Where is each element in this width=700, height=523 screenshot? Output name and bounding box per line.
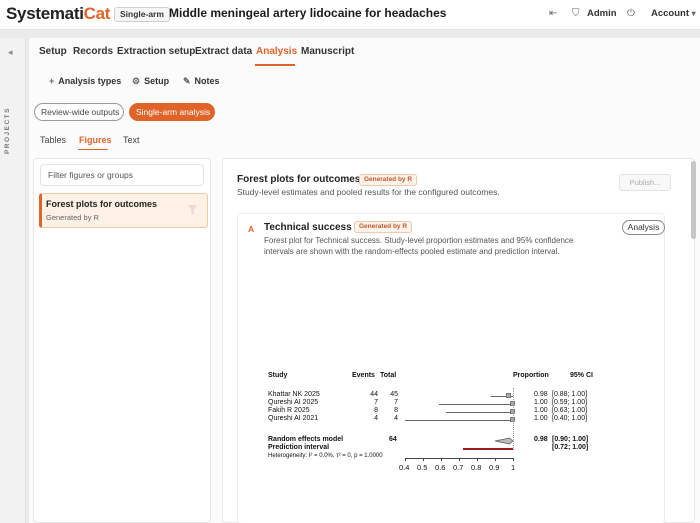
x-tick-label: 0.7: [453, 463, 464, 472]
x-tick-mark: [405, 458, 406, 461]
analysis-button[interactable]: Analysis: [622, 220, 665, 235]
shield-icon: ⛉: [572, 8, 580, 19]
filter-input[interactable]: Filter figures or groups: [40, 164, 204, 186]
account-menu[interactable]: Account ▾: [651, 8, 696, 19]
setup-label: Setup: [144, 76, 170, 86]
x-tick-label: 0.6: [435, 463, 446, 472]
generated-badge: Generated by R: [359, 174, 418, 186]
x-tick-mark: [441, 458, 442, 461]
x-tick-mark: [513, 458, 514, 461]
account-label: Account: [651, 8, 689, 19]
x-tick-mark: [495, 458, 496, 461]
analysis-types-button[interactable]: + Analysis types: [49, 76, 121, 86]
section-subtitle: Study-level estimates and pooled results…: [237, 187, 500, 197]
view-tab-figures[interactable]: Figures: [79, 135, 112, 145]
tab-manuscript[interactable]: Manuscript: [301, 46, 354, 57]
logo-accent: Cat: [83, 4, 111, 23]
projects-rail-label[interactable]: PROJECTS: [4, 107, 11, 154]
view-tab-text[interactable]: Text: [123, 135, 140, 145]
plus-icon: +: [49, 76, 55, 86]
active-view-indicator: [78, 149, 108, 150]
figures-panel: Forest plots for outcomes Generated by R…: [222, 158, 696, 523]
review-wide-outputs-toggle[interactable]: Review-wide outputs: [34, 103, 124, 121]
prediction-interval-bar: [462, 448, 513, 450]
filter-icon: [188, 205, 197, 215]
figure-list-panel: Filter figures or groups Forest plots fo…: [33, 158, 211, 523]
col-header-ci: 95% CI: [570, 372, 593, 379]
x-tick-label: 1: [511, 463, 516, 472]
publish-button[interactable]: Publish...: [619, 174, 671, 191]
scrollbar-thumb[interactable]: [691, 161, 696, 239]
x-tick-mark: [477, 458, 478, 461]
x-tick-mark: [459, 458, 460, 461]
list-item-subtitle: Generated by R: [46, 213, 99, 222]
figure-card: A Technical success Generated by R Fores…: [237, 213, 665, 523]
notes-icon: ✎: [183, 76, 191, 86]
pooled-diamond-shape: [494, 437, 514, 445]
tab-records[interactable]: Records: [73, 46, 113, 57]
list-item-forest-plots[interactable]: Forest plots for outcomes Generated by R: [39, 193, 208, 228]
logo-main: Systemati: [6, 4, 84, 23]
tab-extract-data[interactable]: Extract data: [195, 46, 252, 57]
x-tick-mark: [423, 458, 424, 461]
tab-analysis[interactable]: Analysis: [256, 46, 297, 57]
power-icon[interactable]: ⏻: [627, 8, 635, 19]
figure-title: Technical success: [264, 222, 352, 233]
gear-icon: ⚙: [132, 76, 141, 86]
projects-rail: ◂ PROJECTS: [0, 38, 26, 523]
single-arm-analysis-toggle[interactable]: Single-arm analysis: [129, 103, 215, 121]
x-tick-label: 0.8: [471, 463, 482, 472]
forest-plot: Study Events Total Proportion 95% CI Ran…: [268, 372, 628, 484]
x-tick-label: 0.5: [417, 463, 428, 472]
setup-button[interactable]: ⚙ Setup: [132, 76, 169, 87]
section-title: Forest plots for outcomes: [237, 174, 361, 185]
admin-link[interactable]: Admin: [587, 8, 617, 19]
notes-label: Notes: [194, 76, 220, 86]
x-tick-label: 0.4: [399, 463, 410, 472]
figure-generated-badge: Generated by R: [354, 221, 413, 233]
tab-setup[interactable]: Setup: [39, 46, 67, 57]
list-item-title: Forest plots for outcomes: [46, 199, 158, 209]
content-frame: Setup Records Extraction setup Extract d…: [28, 38, 700, 523]
notes-button[interactable]: ✎ Notes: [183, 76, 220, 87]
analysis-types-label: Analysis types: [58, 76, 122, 86]
back-icon[interactable]: ⇤: [549, 8, 557, 19]
figure-letter: A: [248, 224, 255, 234]
mode-badge: Single-arm: [114, 7, 170, 22]
top-bar: SystematiCat Single-arm Middle meningeal…: [0, 0, 700, 30]
tab-extraction-setup[interactable]: Extraction setup: [117, 46, 195, 57]
figure-description: Forest plot for Technical success. Study…: [264, 236, 574, 256]
active-tab-indicator: [255, 64, 295, 66]
chevron-down-icon: ▾: [691, 9, 696, 18]
project-title: Middle meningeal artery lidocaine for he…: [169, 6, 447, 20]
x-tick-label: 0.9: [489, 463, 500, 472]
collapse-icon[interactable]: ◂: [8, 47, 13, 58]
app-logo[interactable]: SystematiCat: [6, 4, 110, 24]
view-tab-tables[interactable]: Tables: [40, 135, 66, 145]
